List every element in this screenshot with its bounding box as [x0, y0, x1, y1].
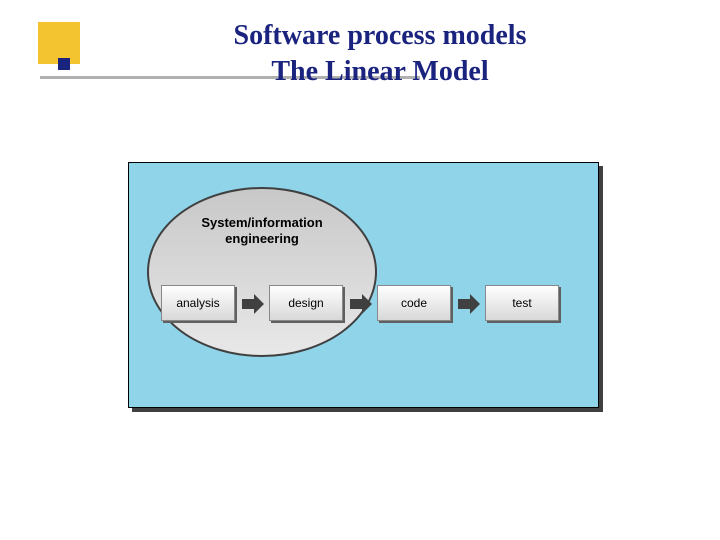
step-label: code	[377, 285, 451, 321]
arrow-icon	[239, 285, 267, 323]
ellipse-label-line-1: System/information	[201, 215, 322, 230]
diagram-background: System/information engineering analysis …	[128, 162, 599, 408]
arrow-icon	[455, 285, 483, 323]
step-code: code	[377, 285, 453, 323]
slide-title: Software process models The Linear Model	[130, 18, 630, 91]
step-test: test	[485, 285, 561, 323]
arrow-icon	[347, 285, 375, 323]
decorative-square-navy	[58, 58, 70, 70]
linear-model-diagram: System/information engineering analysis …	[128, 162, 603, 412]
step-label: test	[485, 285, 559, 321]
step-analysis: analysis	[161, 285, 237, 323]
ellipse-label: System/information engineering	[177, 215, 347, 246]
title-line-2: The Linear Model	[271, 56, 488, 87]
step-label: analysis	[161, 285, 235, 321]
step-label: design	[269, 285, 343, 321]
process-flow: analysis design code	[161, 285, 561, 323]
ellipse-label-line-2: engineering	[225, 231, 299, 246]
title-line-1: Software process models	[234, 20, 527, 51]
system-engineering-ellipse	[147, 187, 377, 357]
step-design: design	[269, 285, 345, 323]
slide-header: Software process models The Linear Model	[0, 0, 720, 110]
